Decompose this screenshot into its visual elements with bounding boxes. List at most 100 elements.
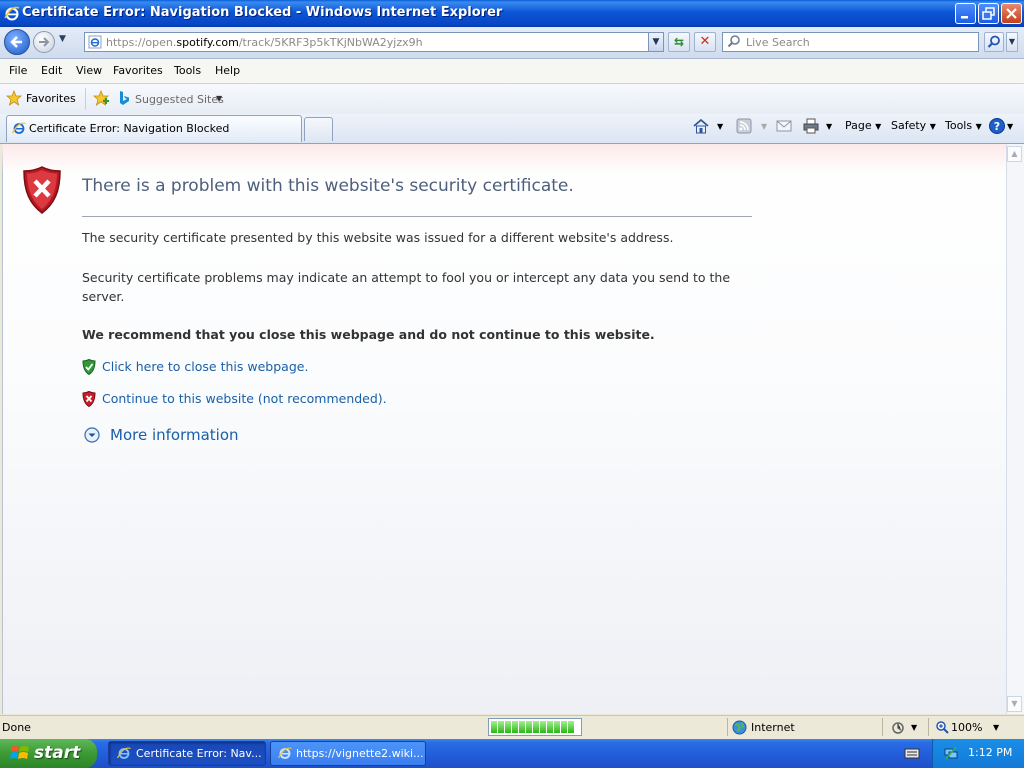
chevron-down-icon: ▼ [975,122,982,131]
chevron-down-icon: ▼ [875,122,882,131]
favorites-button[interactable]: Favorites [26,92,76,105]
start-label: start [34,743,81,763]
menu-tools[interactable]: Tools [174,64,201,77]
security-zone-label[interactable]: Internet [751,721,795,734]
progress-block [526,721,532,733]
back-arrow-icon [10,36,22,48]
tab-label: Certificate Error: Navigation Blocked [29,122,230,135]
search-options-dropdown[interactable]: ▼ [1006,32,1018,52]
progress-block [512,721,518,733]
taskbar-item-label: Certificate Error: Nav... [136,747,262,760]
clock[interactable]: 1:12 PM [968,746,1012,759]
error-title: There is a problem with this website's s… [82,176,574,196]
read-mail-icon[interactable] [775,117,793,135]
progress-block [491,721,497,733]
red-shield-icon [82,391,96,407]
scroll-up-button[interactable]: ▲ [1007,146,1022,162]
restore-button[interactable] [978,3,999,24]
status-divider [928,718,929,736]
search-icon [987,35,1000,48]
internet-zone-globe-icon [732,720,747,735]
help-dropdown-icon[interactable]: ▼ [1007,122,1013,131]
help-icon[interactable]: ? [988,117,1006,135]
menu-help[interactable]: Help [215,64,240,77]
status-text: Done [2,721,31,734]
menu-edit[interactable]: Edit [41,64,62,77]
search-placeholder: Live Search [746,36,810,49]
progress-block [505,721,511,733]
page-icon [88,35,102,49]
home-icon[interactable] [692,117,710,135]
safety-menu-button[interactable]: Safety ▼ [891,119,936,132]
ie-logo-icon [4,6,20,21]
add-to-favorites-bar-icon[interactable] [92,89,110,107]
minimize-button[interactable] [955,3,976,24]
more-information-link[interactable]: More information [110,426,239,444]
close-icon [1006,8,1017,19]
ie-logo-icon [117,747,131,759]
windows-logo-icon [10,746,29,759]
progress-block [561,721,567,733]
recent-pages-dropdown[interactable]: ▼ [59,34,71,48]
tools-menu-button[interactable]: Tools ▼ [945,119,982,132]
suggested-sites-button[interactable]: Suggested Sites [135,93,224,106]
zoom-magnifier-icon[interactable] [935,720,949,734]
zoom-dropdown-icon[interactable]: ▼ [993,723,999,732]
stop-icon: ✕ [699,34,711,49]
forward-button[interactable] [33,31,55,53]
taskbar-item-label: https://vignette2.wiki... [296,747,424,760]
ie-page-icon [12,122,26,134]
progress-block [554,721,560,733]
protected-mode-icon[interactable] [890,720,906,736]
menu-favorites[interactable]: Favorites [113,64,163,77]
status-divider [882,718,883,736]
progress-block [498,721,504,733]
new-tab-button[interactable] [304,117,333,141]
stop-button[interactable]: ✕ [694,32,716,52]
progress-block [533,721,539,733]
status-divider [727,718,728,736]
menu-file[interactable]: File [9,64,27,77]
tools-menu-label: Tools [945,119,973,132]
close-webpage-link[interactable]: Click here to close this webpage. [102,359,308,374]
security-error-shield-icon [23,166,61,214]
vertical-scrollbar[interactable] [1006,144,1024,714]
toolbar-divider [85,88,86,110]
address-dropdown-button[interactable]: ▼ [648,33,663,51]
continue-to-website-link[interactable]: Continue to this website (not recommende… [102,391,387,406]
page-menu-button[interactable]: Page ▼ [845,119,881,132]
refresh-button[interactable]: ⇆ [668,32,690,52]
protected-mode-dropdown-icon[interactable]: ▼ [911,723,917,732]
chevron-down-icon: ▼ [929,122,936,131]
close-window-button[interactable] [1001,3,1022,24]
feeds-icon[interactable] [735,117,753,135]
chevron-down-icon[interactable]: ▼ [216,94,222,103]
refresh-icon: ⇆ [673,35,685,49]
scroll-down-button[interactable]: ▼ [1007,696,1022,712]
ie-logo-icon [278,747,292,759]
progress-block [568,721,574,733]
home-dropdown-icon[interactable]: ▼ [717,122,723,131]
feeds-dropdown-icon[interactable]: ▼ [761,122,767,131]
favorites-star-icon[interactable] [6,90,22,106]
menu-view[interactable]: View [76,64,102,77]
back-button[interactable] [4,29,30,55]
green-shield-icon [82,359,96,375]
progress-block [540,721,546,733]
network-icon[interactable] [944,746,958,760]
error-description: The security certificate presented by th… [82,230,674,245]
progress-block [547,721,553,733]
url-host: spotify.com [176,36,239,49]
print-dropdown-icon[interactable]: ▼ [826,122,832,131]
print-icon[interactable] [802,117,820,135]
zoom-level[interactable]: 100% [951,721,982,734]
keyboard-icon[interactable] [904,746,920,760]
bing-icon [120,91,129,105]
safety-menu-label: Safety [891,119,927,132]
expand-chevron-icon[interactable] [84,427,100,443]
address-url[interactable]: https://open.spotify.com/track/5KRF3p5kT… [106,36,423,49]
page-menu-label: Page [845,119,872,132]
svg-text:?: ? [994,120,1000,133]
search-button[interactable] [984,32,1004,52]
url-suffix: /track/5KRF3p5kTKjNbWA2yjzx9h [238,36,423,49]
